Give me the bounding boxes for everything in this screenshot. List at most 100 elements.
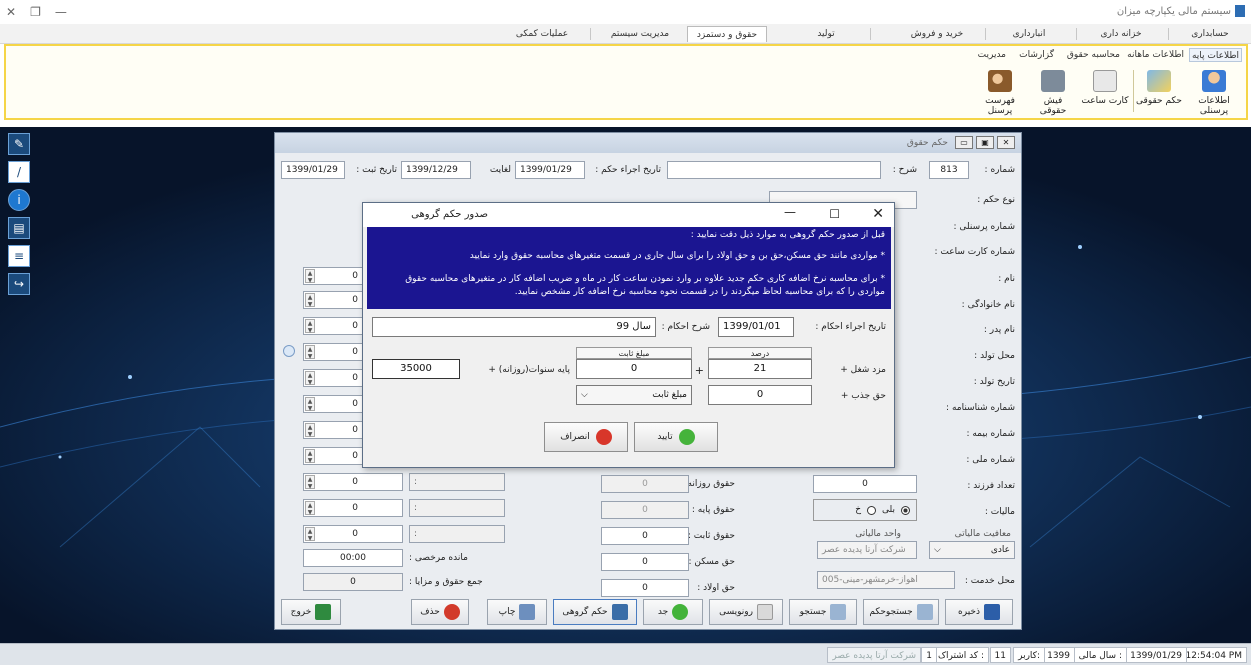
copy-button[interactable]: رونویسی — [709, 599, 783, 625]
exec-date-field[interactable]: 1399/01/01 — [718, 317, 794, 337]
exec-date-label: تاریخ اجراء حکم : — [595, 165, 661, 175]
tax-no-radio[interactable] — [867, 505, 876, 515]
housing-field[interactable]: 0 — [601, 553, 689, 571]
close-icon[interactable]: ✕ — [6, 5, 16, 19]
spin-arrows-icon[interactable]: ▲ ▼ — [305, 527, 315, 542]
menu-item-treasury[interactable]: خزانه داری — [1081, 26, 1161, 42]
window-minimize-icon[interactable]: ▭ — [955, 136, 973, 149]
search-button[interactable]: جستجو — [789, 599, 857, 625]
spin-arrows-icon[interactable]: ▲ ▼ — [305, 371, 315, 386]
total-salary-label: جمع حقوق و مزایا : — [409, 577, 483, 587]
personnel-info-button[interactable]: اطلاعات پرسنلی — [1184, 68, 1244, 116]
menu-item-tools[interactable]: عملیات کمکی — [497, 26, 587, 42]
number-field[interactable]: 813 — [929, 161, 969, 179]
restore-icon[interactable]: ❐ — [30, 5, 41, 19]
subtab-calc[interactable]: محاسبه حقوق — [1067, 48, 1120, 62]
children-count-field[interactable]: 0 — [813, 475, 917, 493]
minimize-icon[interactable]: — — [55, 5, 67, 19]
new-button[interactable]: جد — [643, 599, 703, 625]
menu-item-production[interactable]: تولید — [791, 26, 861, 42]
subtab-monthly[interactable]: اطلاعات ماهانه — [1127, 48, 1184, 62]
people-icon — [988, 70, 1012, 92]
job-percent-field[interactable]: 21 — [708, 359, 812, 379]
subtab-reports[interactable]: گزارشات — [1019, 48, 1054, 62]
subtab-basic[interactable]: اطلاعات پایه — [1188, 48, 1242, 62]
dialog-close-icon[interactable]: ✕ — [872, 206, 884, 222]
spin-arrows-icon[interactable]: ▲ ▼ — [305, 345, 315, 360]
spin-field[interactable]: ▲ ▼ 0 — [303, 499, 403, 517]
spin-arrows-icon[interactable]: ▲ ▼ — [305, 501, 315, 516]
spin-arrows-icon[interactable]: ▲ ▼ — [305, 475, 315, 490]
attract-type-select[interactable]: مبلغ ثابت ⌵ — [576, 385, 692, 405]
save-button[interactable]: ذخیره — [945, 599, 1013, 625]
menu-item-system[interactable]: مدیریت سیستم — [595, 26, 685, 42]
readonly-field: : — [409, 525, 505, 543]
child-allowance-field[interactable]: 0 — [601, 579, 689, 597]
spin-arrows-icon[interactable]: ▲ ▼ — [305, 449, 315, 464]
fixed-salary-field[interactable]: 0 — [601, 527, 689, 545]
title-bar: ✕ ❐ — سیستم مالی یکپارچه میزان — [0, 0, 1251, 24]
first-name-label: نام : — [998, 274, 1015, 284]
dialog-minimize-icon[interactable]: — — [784, 205, 796, 219]
confirm-button[interactable]: تایید — [634, 422, 718, 452]
ribbon: اطلاعات پایه اطلاعات ماهانه محاسبه حقوق … — [4, 44, 1248, 120]
app-title: سیستم مالی یکپارچه میزان — [1116, 5, 1231, 17]
search-decree-button[interactable]: جستجوحکم — [863, 599, 939, 625]
clock-card-icon — [1093, 70, 1117, 92]
salary-decree-button[interactable]: حکم حقوقی — [1136, 68, 1182, 116]
check-icon — [672, 604, 689, 620]
delete-button[interactable]: حذف — [411, 599, 469, 625]
group-decree-button[interactable]: حکم گروهی — [553, 599, 637, 625]
total-salary-field: 0 — [303, 573, 403, 591]
menu-item-sales[interactable]: خرید و فروش — [897, 26, 977, 42]
spin-field[interactable]: ▲ ▼ 0 — [303, 473, 403, 491]
exec-date-field[interactable]: 1399/01/29 — [515, 161, 585, 179]
spin-arrows-icon[interactable]: ▲ ▼ — [305, 423, 315, 438]
daily-wage-label: حقوق روزانه : — [681, 479, 735, 489]
remaining-leave-field[interactable]: 00:00 — [303, 549, 403, 567]
personnel-list-button[interactable]: فهرست پرسنل — [972, 68, 1028, 116]
payslip-button[interactable]: فیش حقوقی — [1030, 68, 1076, 116]
spin-field[interactable]: ▲ ▼ 0 — [303, 525, 403, 543]
calculator-icon[interactable]: ▤ — [8, 217, 30, 239]
time-card-button[interactable]: کارت ساعت — [1080, 68, 1130, 116]
until-date-field[interactable]: 1399/12/29 — [401, 161, 471, 179]
status-share: 1 — [921, 647, 937, 663]
pen-tool-icon[interactable]: / — [8, 161, 30, 183]
spin-arrows-icon[interactable]: ▲ ▼ — [305, 397, 315, 412]
spin-arrows-icon[interactable]: ▲ ▼ — [305, 319, 315, 334]
info-icon[interactable]: i — [8, 189, 30, 211]
id-no-label: شماره شناسنامه : — [946, 403, 1015, 413]
attract-field[interactable]: 0 — [708, 385, 812, 405]
service-place-select[interactable]: اهواز-خرمشهر-مینی-005 — [817, 571, 955, 589]
exit-button[interactable]: خروج — [281, 599, 341, 625]
spin-arrows-icon[interactable]: ▲ ▼ — [305, 293, 315, 308]
reg-date-label: تاریخ ثبت : — [356, 165, 397, 175]
print-button[interactable]: چاپ — [487, 599, 547, 625]
base-years-field[interactable]: 35000 — [372, 359, 460, 379]
cancel-button[interactable]: انصراف — [544, 422, 628, 452]
edit-tool-icon[interactable]: ✎ — [8, 133, 30, 155]
description-field[interactable] — [667, 161, 881, 179]
tax-exempt-select[interactable]: عادی ⌵ — [929, 541, 1015, 559]
tax-unit-select[interactable]: شرکت آرتا پدیده عصر — [817, 541, 917, 559]
job-fixed-field[interactable]: 0 — [576, 359, 692, 379]
daily-wage-field[interactable]: 0 — [601, 475, 689, 493]
spin-arrows-icon[interactable]: ▲ ▼ — [305, 269, 315, 284]
exit-arrow-icon[interactable]: ↪ — [8, 273, 30, 295]
window-maximize-icon[interactable]: ▣ — [976, 136, 994, 149]
notes-icon[interactable]: ≡ — [8, 245, 30, 267]
insurance-no-label: شماره بیمه : — [966, 429, 1015, 439]
menu-item-payroll[interactable]: حقوق و دستمزد — [687, 26, 767, 42]
dialog-maximize-icon[interactable]: ☐ — [829, 207, 840, 221]
menu-item-warehouse[interactable]: انبارداری — [989, 26, 1069, 42]
refresh-icon[interactable] — [283, 345, 295, 357]
base-salary-field[interactable]: 0 — [601, 501, 689, 519]
reg-date-field[interactable]: 1399/01/29 — [281, 161, 345, 179]
window-close-icon[interactable]: ✕ — [997, 136, 1015, 149]
subtab-manage[interactable]: مدیریت — [978, 48, 1006, 62]
tax-yes-radio[interactable] — [901, 505, 910, 515]
status-bar: 12:54:04 PM 1399/01/29 سال مالی : 1399 ک… — [0, 643, 1251, 665]
decree-desc-field[interactable]: سال 99 — [372, 317, 656, 337]
menu-item-accounting[interactable]: حسابداری — [1175, 26, 1245, 42]
